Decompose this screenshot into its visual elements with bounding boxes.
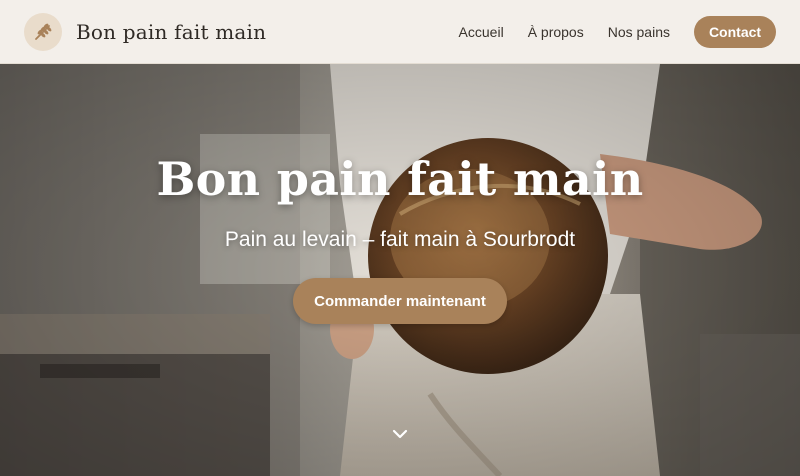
logo[interactable] [24,12,62,51]
brand-name[interactable]: Bon pain fait main [76,20,266,44]
nav-item-a-propos[interactable]: À propos [528,24,584,40]
main-nav: Accueil À propos Nos pains Contact [435,15,776,48]
nav-item-accueil[interactable]: Accueil [459,24,504,40]
hero-subtitle: Pain au levain – fait main à Sourbrodt [224,228,576,251]
contact-button[interactable]: Contact [694,15,776,48]
chevron-down-icon [392,429,408,439]
hero-overlay [0,64,800,476]
order-now-button[interactable]: Commander maintenant [293,278,507,324]
hero-title: Bon pain fait main [156,152,644,206]
site-header: Bon pain fait main Accueil À propos Nos … [0,0,800,64]
nav-item-nos-pains[interactable]: Nos pains [608,24,670,40]
wheat-icon [35,23,52,40]
hero-section: Bon pain fait main Pain au levain – fait… [0,64,800,476]
scroll-down-button[interactable] [388,424,412,444]
